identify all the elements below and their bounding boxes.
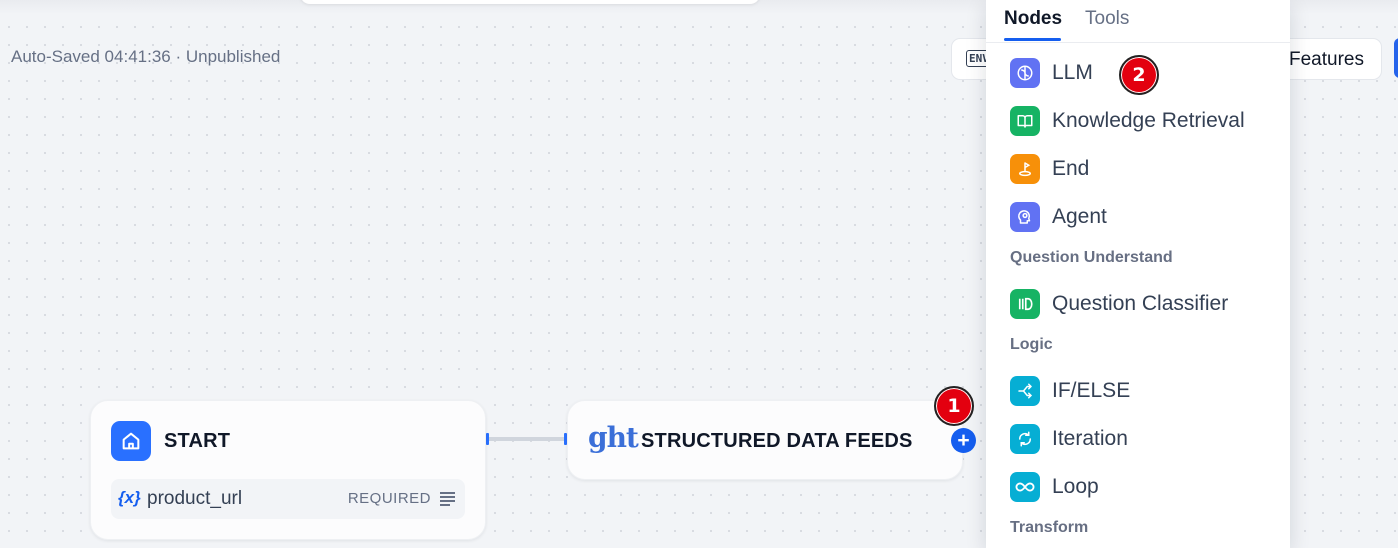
- required-badge: REQUIRED: [347, 490, 431, 507]
- node-item-end[interactable]: End: [1010, 153, 1280, 185]
- structured-data-feeds-node[interactable]: ght STRUCTURED DATA FEEDS: [567, 400, 963, 480]
- variable-icon: {x}: [118, 488, 141, 507]
- node-item-label: Agent: [1052, 205, 1107, 228]
- node-item-label: End: [1052, 157, 1090, 180]
- node-item-label: Question Classifier: [1052, 292, 1229, 315]
- node-item-iteration[interactable]: Iteration: [1010, 423, 1280, 455]
- active-tab-indicator: [1004, 38, 1061, 41]
- node-item-label: Iteration: [1052, 427, 1128, 450]
- node-item-agent[interactable]: Agent: [1010, 201, 1280, 233]
- start-node-title: START: [164, 430, 231, 452]
- annotation-marker-1: 1: [934, 386, 974, 426]
- tab-nodes[interactable]: Nodes: [1004, 8, 1062, 30]
- home-icon: [111, 421, 151, 461]
- tool-logo-icon: ght: [588, 421, 639, 454]
- branch-icon: [1010, 376, 1040, 406]
- node-item-label: IF/ELSE: [1052, 379, 1131, 402]
- node-item-label: LLM: [1052, 61, 1093, 84]
- top-toolbar-edge: [300, 0, 760, 4]
- node-item-label: Knowledge Retrieval: [1052, 109, 1245, 132]
- sdf-node-title: STRUCTURED DATA FEEDS: [641, 430, 913, 452]
- node-item-if-else[interactable]: IF/ELSE: [1010, 375, 1280, 407]
- agent-icon: [1010, 202, 1040, 232]
- section-logic: Logic: [1010, 336, 1053, 353]
- iteration-icon: [1010, 424, 1040, 454]
- features-label: Features: [1289, 49, 1364, 70]
- llm-icon: [1010, 58, 1040, 88]
- tab-tools[interactable]: Tools: [1085, 8, 1129, 30]
- panel-tabs: Nodes Tools: [986, 0, 1290, 43]
- variable-row[interactable]: {x} product_url REQUIRED: [111, 479, 465, 519]
- text-lines-icon: [440, 492, 455, 506]
- variable-name: product_url: [147, 488, 243, 509]
- loop-icon: [1010, 472, 1040, 502]
- node-item-question-classifier[interactable]: Question Classifier: [1010, 288, 1280, 320]
- section-transform: Transform: [1010, 519, 1089, 536]
- section-question-understand: Question Understand: [1010, 249, 1173, 266]
- autosave-status: Auto-Saved 04:41:36 · Unpublished: [11, 47, 281, 66]
- connection-edge[interactable]: [488, 437, 565, 441]
- node-item-knowledge-retrieval[interactable]: Knowledge Retrieval: [1010, 105, 1280, 137]
- start-node[interactable]: START {x} product_url REQUIRED: [90, 400, 486, 540]
- book-icon: [1010, 106, 1040, 136]
- start-output-handle[interactable]: [486, 433, 489, 445]
- node-item-label: Loop: [1052, 475, 1099, 498]
- node-item-loop[interactable]: Loop: [1010, 471, 1280, 503]
- classifier-icon: [1010, 289, 1040, 319]
- annotation-marker-2: 2: [1119, 55, 1159, 95]
- end-icon: [1010, 154, 1040, 184]
- publish-button-edge[interactable]: [1394, 38, 1398, 78]
- add-node-button[interactable]: +: [951, 428, 976, 453]
